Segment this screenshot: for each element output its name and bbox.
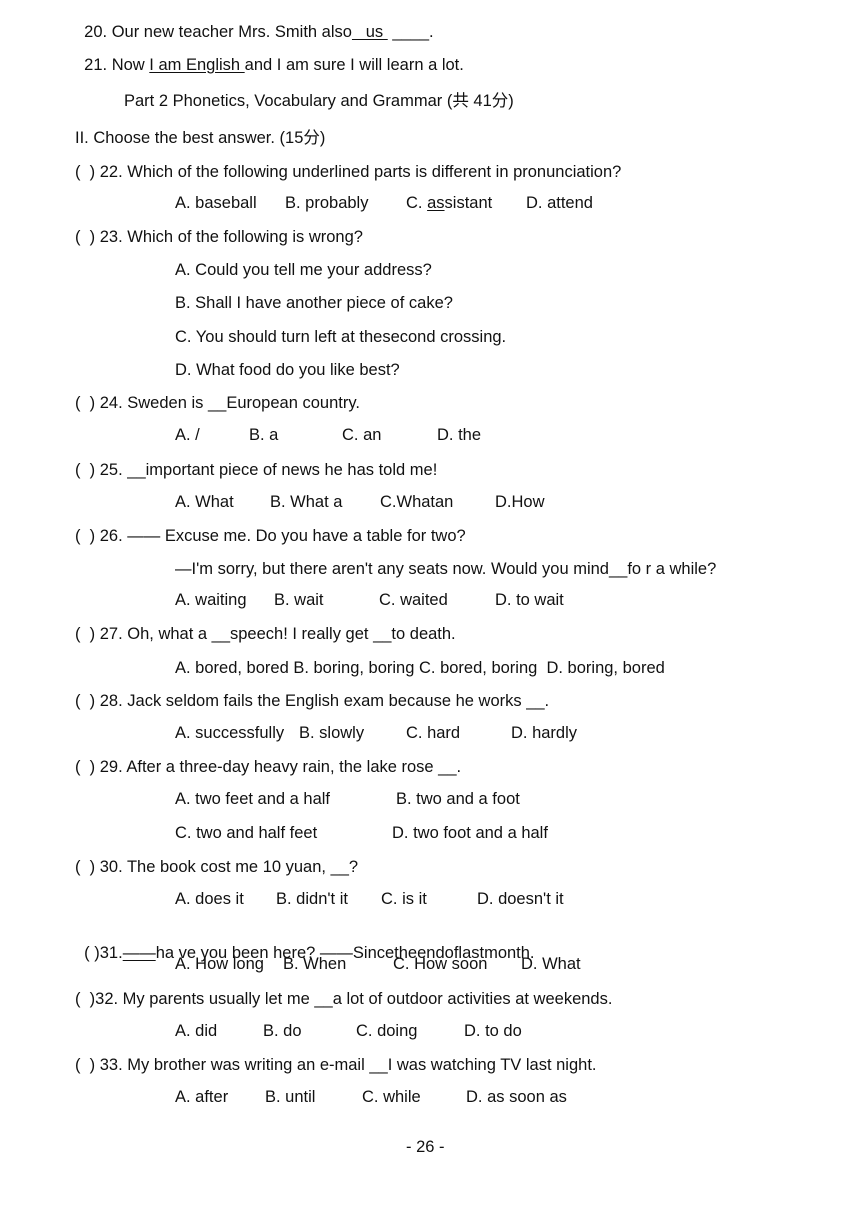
option-a: A. How long (175, 955, 264, 973)
question-27-stem: ( ) 27. Oh, what a __speech! I really ge… (75, 625, 456, 643)
q21-text-end: and I am sure I will learn a lot. (244, 56, 464, 74)
option-d: D.How (495, 493, 545, 511)
question-26-reply: —I'm sorry, but there aren't any seats n… (175, 560, 717, 578)
question-24-stem: ( ) 24. Sweden is __European country. (75, 394, 360, 412)
option-b: B. What a (270, 493, 343, 511)
option-a: A. waiting (175, 591, 247, 609)
option-c: C. an (342, 426, 382, 444)
question-32-stem: ( )32. My parents usually let me __a lot… (75, 990, 613, 1008)
option-b: B. probably (285, 194, 369, 212)
option-c: C.Whatan (380, 493, 454, 511)
part-title: Part 2 Phonetics, Vocabulary and Grammar… (124, 92, 514, 110)
option-b: B. two and a foot (396, 790, 520, 808)
option-d: D. hardly (511, 724, 578, 742)
option-b: B. When (283, 955, 347, 973)
option-a: A. two feet and a half (175, 790, 331, 808)
option-c: C. assistant (406, 194, 492, 213)
option-c: C. waited (379, 591, 448, 609)
q21-text: 21. Now (84, 56, 150, 74)
question-26-stem: ( ) 26. —— Excuse me. Do you have a tabl… (75, 527, 466, 545)
option-c: C. hard (406, 724, 461, 742)
page-number: - 26 - (406, 1138, 445, 1156)
question-28-stem: ( ) 28. Jack seldom fails the English ex… (75, 692, 550, 710)
option-c: C. two and half feet (175, 824, 318, 842)
question-30-stem: ( ) 30. The book cost me 10 yuan, __? (75, 858, 359, 876)
section-title: II. Choose the best answer. (15分) (75, 129, 326, 147)
question-25-stem: ( ) 25. __important piece of news he has… (75, 461, 438, 479)
option-a: A. successfully (175, 724, 285, 742)
option-c: C. doing (356, 1022, 418, 1040)
option-a: A. baseball (175, 194, 257, 212)
option-d: D. to wait (495, 591, 564, 609)
option-a: A. What (175, 493, 234, 511)
question-23-stem: ( ) 23. Which of the following is wrong? (75, 228, 363, 246)
option-a: A. does it (175, 890, 244, 908)
option-c: C. is it (381, 890, 427, 908)
option-a: A. after (175, 1088, 229, 1106)
question-22-stem: ( ) 22. Which of the following underline… (75, 163, 622, 181)
option-b: B. a (249, 426, 279, 444)
option-d: D. to do (464, 1022, 522, 1040)
option-a: A. did (175, 1022, 218, 1040)
option-c: C. You should turn left at thesecond cro… (175, 328, 507, 346)
option-a: A. Could you tell me your address? (175, 261, 432, 279)
question-29-stem: ( ) 29. After a three-day heavy rain, th… (75, 758, 462, 776)
question-33-stem: ( ) 33. My brother was writing an e-mail… (75, 1056, 597, 1074)
option-c-label: C. (406, 194, 428, 212)
question-27-options: A. bored, bored B. boring, boring C. bor… (175, 659, 665, 677)
option-b: B. didn't it (276, 890, 348, 908)
option-d: D. two foot and a half (392, 824, 548, 842)
option-a: A. / (175, 426, 200, 444)
option-c: C. How soon (393, 955, 488, 973)
option-c-rest: sistant (444, 194, 493, 212)
q31-number: ( )31. (84, 944, 123, 962)
option-d: D. What food do you like best? (175, 361, 400, 379)
option-b: B. slowly (299, 724, 365, 742)
option-d: D. as soon as (466, 1088, 567, 1106)
option-d: D. attend (526, 194, 593, 212)
q21-underlined: I am English (149, 56, 245, 74)
question-21: 21. Now I am English and I am sure I wil… (75, 35, 464, 75)
option-b: B. until (265, 1088, 316, 1106)
option-d: D. the (437, 426, 482, 444)
option-b: B. do (263, 1022, 302, 1040)
option-c-underlined: as (427, 194, 445, 212)
option-c: C. while (362, 1088, 421, 1106)
q31-blank: —— (122, 944, 156, 962)
option-d: D. What (521, 955, 581, 973)
option-d: D. doesn't it (477, 890, 564, 908)
option-b: B. Shall I have another piece of cake? (175, 294, 453, 312)
option-b: B. wait (274, 591, 324, 609)
